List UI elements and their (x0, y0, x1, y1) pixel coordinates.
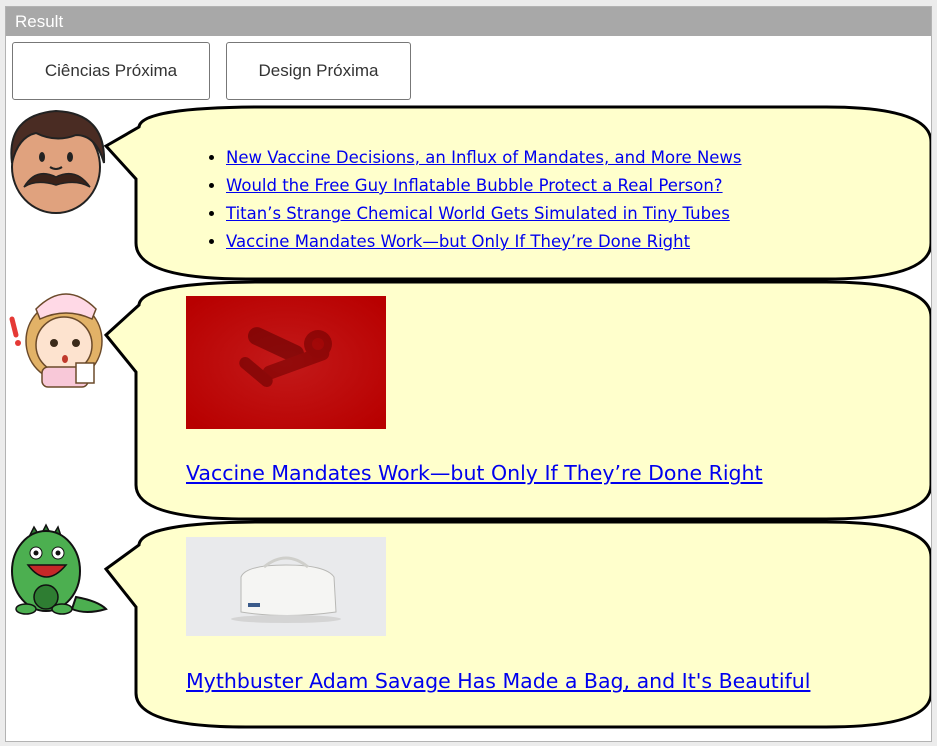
result-frame: Result Ciências Próxima Design Próxima •… (5, 6, 932, 742)
news-link-1[interactable]: New Vaccine Decisions, an Influx of Mand… (226, 148, 742, 167)
vaccine-article-image[interactable] (186, 296, 386, 429)
list-item: Titan’s Strange Chemical World Gets Simu… (226, 200, 742, 228)
bag-article-image[interactable] (186, 537, 386, 636)
vaccine-article-link[interactable]: Vaccine Mandates Work—but Only If They’r… (186, 461, 763, 485)
ciencias-next-button[interactable]: Ciências Próxima (12, 42, 210, 100)
list-item: Would the Free Guy Inflatable Bubble Pro… (226, 172, 742, 200)
news-link-list: New Vaccine Decisions, an Influx of Mand… (202, 144, 742, 256)
speech-bubbles (103, 105, 931, 729)
mustache-man-avatar (10, 109, 106, 214)
result-title: Result (6, 7, 931, 36)
bag-article-link[interactable]: Mythbuster Adam Savage Has Made a Bag, a… (186, 669, 810, 693)
green-monster-avatar (11, 523, 108, 615)
news-link-4[interactable]: Vaccine Mandates Work—but Only If They’r… (226, 232, 690, 251)
news-link-2[interactable]: Would the Free Guy Inflatable Bubble Pro… (226, 176, 723, 195)
design-next-button[interactable]: Design Próxima (226, 42, 411, 100)
list-item: New Vaccine Decisions, an Influx of Mand… (226, 144, 742, 172)
news-link-3[interactable]: Titan’s Strange Chemical World Gets Simu… (226, 204, 730, 223)
list-item: Vaccine Mandates Work—but Only If They’r… (226, 228, 742, 256)
nurse-avatar (9, 293, 103, 388)
